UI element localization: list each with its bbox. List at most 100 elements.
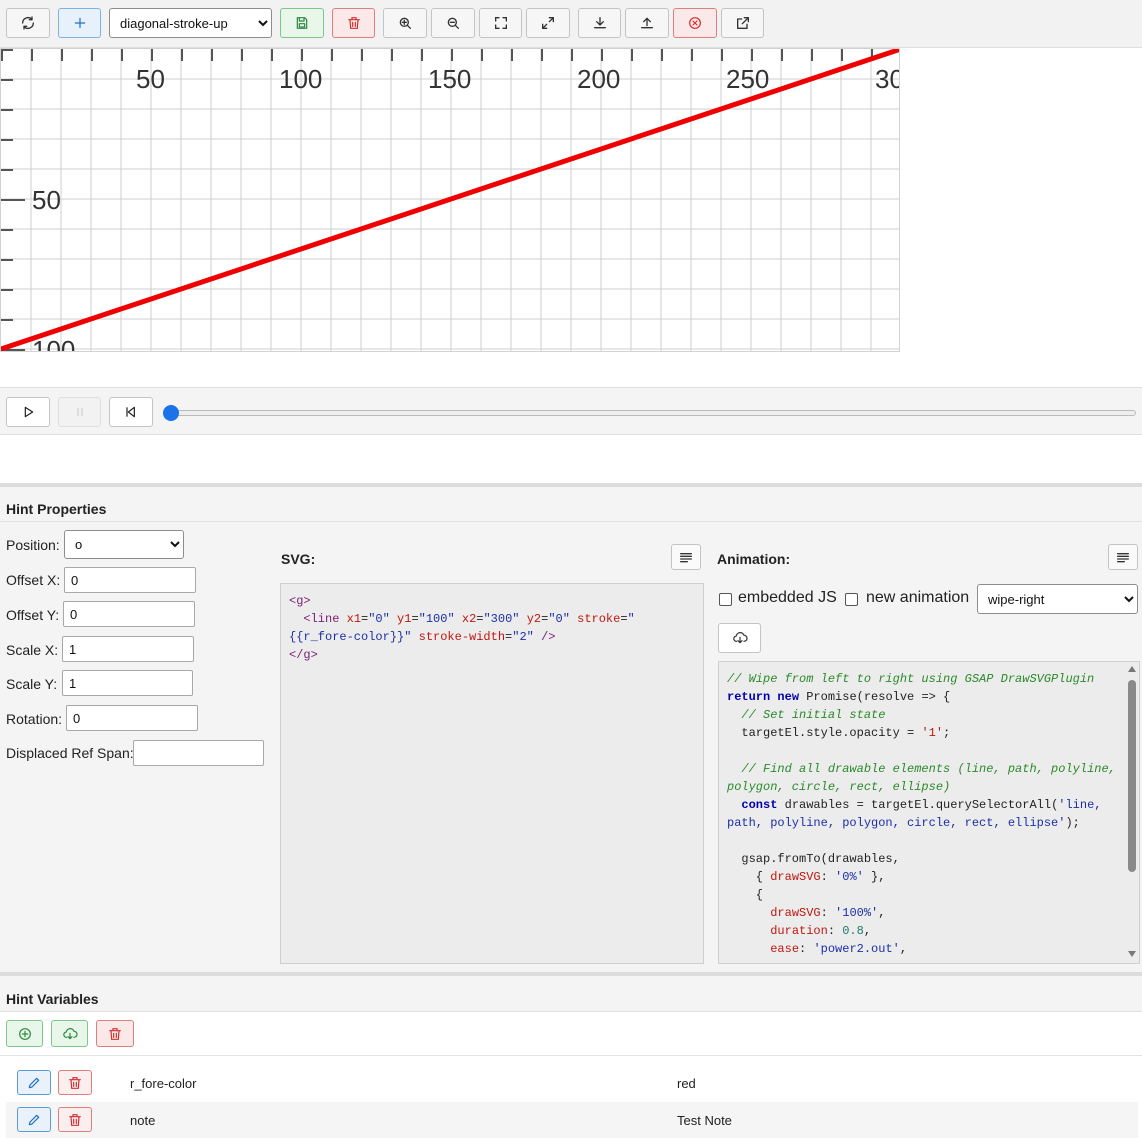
offset-y-input[interactable]: [63, 601, 195, 627]
open-external-button[interactable]: [721, 8, 764, 38]
animation-format-button[interactable]: [1108, 544, 1138, 570]
offset-x-input[interactable]: [64, 567, 196, 593]
hint-canvas[interactable]: 50 100 150 200 250 30 50 100: [0, 48, 900, 352]
zoom-in-button[interactable]: [383, 8, 427, 38]
variable-value: red: [677, 1076, 696, 1091]
zoom-out-icon: [447, 17, 459, 29]
pause-icon: [76, 408, 83, 416]
delete-variable-button[interactable]: [58, 1070, 92, 1095]
rotation-input[interactable]: [66, 705, 198, 731]
play-button[interactable]: [6, 397, 50, 427]
delete-hint-button[interactable]: [332, 8, 375, 38]
displaced-ref-span-label: Displaced Ref Span:: [6, 745, 134, 761]
animation-label: Animation:: [717, 551, 791, 567]
refresh-icon: [22, 16, 34, 30]
scale-x-input[interactable]: [62, 636, 194, 662]
animation-editor-scrollbar[interactable]: [1126, 664, 1138, 961]
embedded-js-checkbox[interactable]: [719, 593, 732, 606]
add-variable-button[interactable]: [6, 1020, 43, 1047]
scale-y-input[interactable]: [62, 670, 193, 696]
download-button[interactable]: [578, 8, 621, 38]
save-icon: [296, 17, 308, 29]
animation-select[interactable]: wipe-right: [977, 584, 1138, 614]
external-link-icon: [736, 17, 749, 29]
new-animation-checkbox[interactable]: [845, 593, 858, 606]
delete-variable-button[interactable]: [58, 1107, 92, 1132]
scroll-down-arrow[interactable]: [1128, 951, 1136, 957]
expand-button[interactable]: [526, 8, 570, 38]
animation-code-editor[interactable]: // Wipe from left to right using GSAP Dr…: [718, 661, 1140, 964]
playback-bar: [0, 387, 1142, 435]
hint-variables-panel: r_fore-color red note Test Note: [0, 1012, 1142, 1138]
load-animation-button[interactable]: [718, 623, 761, 653]
cloud-download-icon: [62, 1027, 78, 1039]
edit-variable-button[interactable]: [17, 1107, 51, 1132]
save-button[interactable]: [280, 8, 324, 38]
offset-y-label: Offset Y:: [6, 607, 60, 623]
expand-icon: [542, 17, 554, 29]
scroll-thumb[interactable]: [1128, 680, 1136, 872]
svg-format-button[interactable]: [671, 544, 701, 570]
hint-variables-header: Hint Variables: [0, 972, 1142, 1012]
close-button[interactable]: [673, 8, 717, 38]
timeline-slider-thumb[interactable]: [163, 405, 179, 421]
x-tick-label-200: 200: [577, 64, 620, 94]
x-tick-label-250: 250: [726, 64, 769, 94]
rotation-label: Rotation:: [6, 711, 63, 727]
pencil-icon: [28, 1077, 40, 1088]
close-circle-icon: [689, 17, 701, 29]
trash-icon: [69, 1076, 81, 1089]
toolbar: diagonal-stroke-up: [0, 0, 1142, 48]
refresh-button[interactable]: [6, 8, 50, 38]
table-row: note Test Note: [6, 1102, 1138, 1138]
rewind-button[interactable]: [109, 397, 153, 427]
zoom-out-button[interactable]: [431, 8, 475, 38]
embedded-js-label: embedded JS: [738, 589, 837, 606]
variable-name: r_fore-color: [130, 1076, 197, 1091]
import-variables-button[interactable]: [51, 1020, 88, 1047]
y-tick-label-50: 50: [32, 185, 61, 215]
position-select[interactable]: o: [64, 530, 184, 559]
plus-circle-icon: [18, 1027, 31, 1040]
svg-code-editor[interactable]: <g> <line x1="0" y1="100" x2="300" y2="0…: [280, 583, 704, 964]
align-left-icon: [1117, 553, 1129, 563]
y-tick-label-100: 100: [32, 335, 75, 352]
trash-icon: [69, 1113, 81, 1126]
upload-button[interactable]: [625, 8, 669, 38]
variables-divider: [0, 1055, 1142, 1056]
x-tick-label-50: 50: [136, 64, 165, 94]
x-tick-label-300: 30: [875, 64, 900, 94]
canvas-grid: 50 100 150 200 250 30 50 100: [1, 49, 900, 352]
displaced-ref-span-input[interactable]: [133, 740, 264, 766]
offset-x-label: Offset X:: [6, 572, 61, 588]
plus-icon: [74, 17, 85, 29]
upload-icon: [641, 17, 653, 29]
variable-value: Test Note: [677, 1113, 732, 1128]
trash-icon: [109, 1027, 121, 1040]
play-icon: [24, 406, 34, 418]
cloud-download-icon: [732, 632, 748, 644]
timeline-slider-track[interactable]: [170, 410, 1136, 416]
variable-name: note: [130, 1113, 156, 1128]
hint-properties-header: Hint Properties: [0, 483, 1142, 522]
scale-y-label: Scale Y:: [6, 676, 58, 692]
new-animation-label: new animation: [866, 589, 970, 606]
pause-button[interactable]: [58, 397, 101, 427]
skip-back-icon: [126, 406, 135, 418]
x-tick-label-150: 150: [428, 64, 471, 94]
fit-screen-button[interactable]: [479, 8, 522, 38]
position-label: Position:: [6, 537, 60, 553]
hint-variables-title: Hint Variables: [6, 991, 99, 1007]
edit-variable-button[interactable]: [17, 1070, 51, 1095]
hint-select[interactable]: diagonal-stroke-up: [109, 8, 272, 38]
pencil-icon: [28, 1114, 40, 1125]
trash-icon: [347, 17, 360, 29]
x-tick-label-100: 100: [279, 64, 322, 94]
table-row: r_fore-color red: [6, 1065, 1138, 1101]
scroll-up-arrow[interactable]: [1128, 666, 1136, 672]
download-icon: [593, 17, 606, 29]
delete-all-variables-button[interactable]: [96, 1020, 134, 1047]
svg-label: SVG:: [281, 551, 316, 567]
add-hint-button[interactable]: [58, 8, 101, 38]
hint-properties-panel: Position: o Offset X: Offset Y: Scale X:…: [0, 522, 1142, 972]
